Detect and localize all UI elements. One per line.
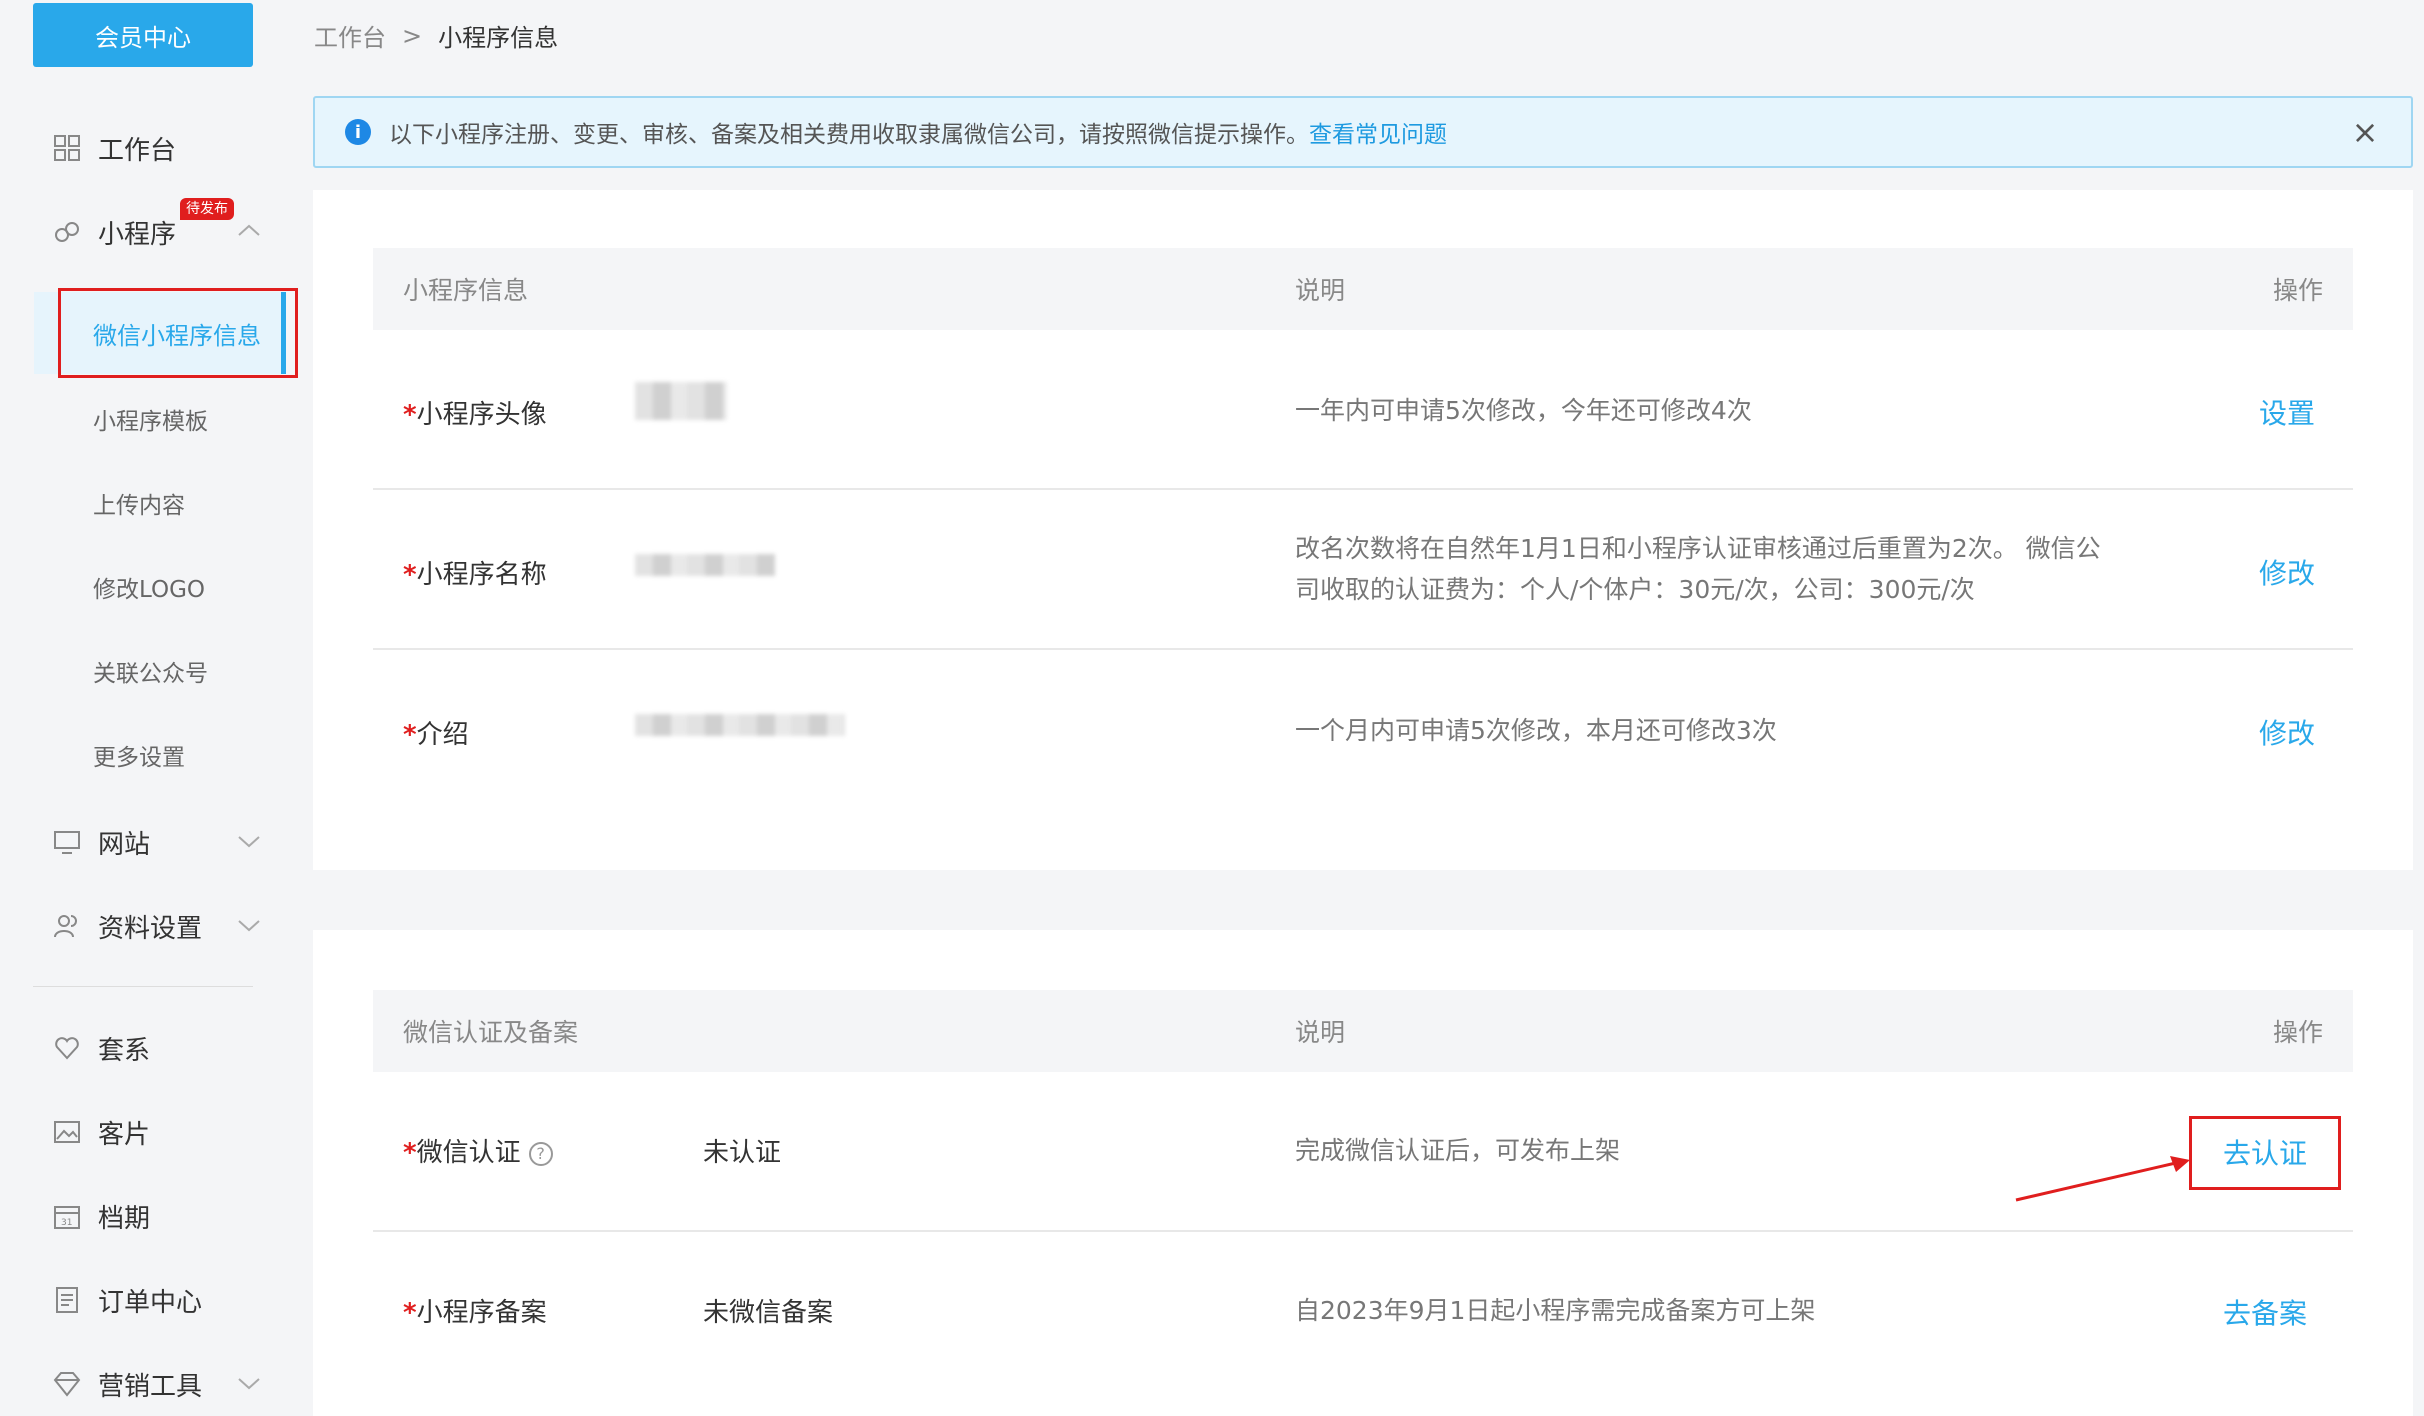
filing-status: 未微信备案 <box>703 1298 834 1328</box>
notice-text: 以下小程序注册、变更、审核、备案及相关费用收取隶属微信公司，请按照微信提示操作。 <box>389 122 1309 148</box>
column-header: 小程序信息 <box>403 276 529 305</box>
sidebar-subitem-upload[interactable]: 上传内容 <box>93 478 185 528</box>
close-icon[interactable]: × <box>2349 116 2381 148</box>
sidebar-item-label: 订单中心 <box>98 1287 203 1318</box>
column-header: 说明 <box>1295 276 1346 305</box>
field-name: *微信认证? <box>403 1132 553 1169</box>
faq-link[interactable]: 查看常见问题 <box>1309 115 1447 149</box>
info-icon: i <box>345 119 371 145</box>
member-center-button[interactable]: 会员中心 <box>33 3 253 67</box>
grid-icon <box>52 133 82 163</box>
breadcrumb-separator: > <box>402 21 423 50</box>
sidebar-item-photos[interactable]: 客片 <box>52 1102 272 1162</box>
chevron-down-icon[interactable] <box>236 828 262 858</box>
table-header: 小程序信息 说明 操作 <box>373 248 2353 330</box>
sidebar-item-label: 资料设置 <box>98 913 203 944</box>
column-header: 操作 <box>2272 1018 2323 1047</box>
go-filing-button[interactable]: 去备案 <box>2223 1292 2307 1332</box>
required-mark: * <box>403 1298 417 1328</box>
table-row: *小程序头像 一年内可申请5次修改，今年还可修改4次 设置 <box>373 330 2353 490</box>
highlight-box-certify <box>2189 1116 2341 1190</box>
chevron-down-icon[interactable] <box>236 1370 262 1400</box>
cert-status: 未认证 <box>703 1138 782 1168</box>
calendar-day: 31 <box>61 1218 72 1228</box>
required-mark: * <box>403 400 417 430</box>
help-icon[interactable]: ? <box>528 1141 553 1166</box>
chevron-down-icon[interactable] <box>236 912 262 942</box>
field-name: *介绍 <box>403 720 469 750</box>
sidebar-item-packages[interactable]: 套系 <box>52 1018 272 1078</box>
sidebar-item-website[interactable]: 网站 <box>52 812 272 872</box>
column-header: 操作 <box>2272 276 2323 305</box>
document-icon <box>52 1285 82 1315</box>
sidebar-item-label: 营销工具 <box>98 1371 203 1402</box>
sidebar-subitem-logo[interactable]: 修改LOGO <box>93 562 205 612</box>
diamond-icon <box>52 1369 82 1399</box>
sidebar-item-label: 档期 <box>98 1203 151 1234</box>
required-mark: * <box>403 1138 417 1168</box>
sidebar-item-label: 网站 <box>98 829 151 860</box>
sidebar-item-miniprogram[interactable]: 小程序 <box>52 202 272 262</box>
column-header: 微信认证及备案 <box>403 1018 579 1047</box>
sidebar-subitem-official-account[interactable]: 关联公众号 <box>93 646 208 696</box>
field-description: 改名次数将在自然年1月1日和小程序认证审核通过后重置为2次。 微信公 司收取的认证… <box>1295 534 2101 604</box>
sidebar-item-schedule[interactable]: 31 档期 <box>52 1186 272 1246</box>
table-row: *小程序备案 未微信备案 自2023年9月1日起小程序需完成备案方可上架 去备案 <box>373 1232 2353 1392</box>
pending-publish-badge: 待发布 <box>180 198 234 220</box>
heart-icon <box>52 1033 82 1063</box>
breadcrumb-parent[interactable]: 工作台 <box>314 18 386 53</box>
required-mark: * <box>403 720 417 750</box>
table-row: *小程序名称 改名次数将在自然年1月1日和小程序认证审核通过后重置为2次。 微信… <box>373 490 2353 650</box>
sidebar-item-marketing[interactable]: 营销工具 <box>52 1354 272 1414</box>
edit-intro-button[interactable]: 修改 <box>2259 712 2315 752</box>
field-name: *小程序备案 <box>403 1298 547 1328</box>
avatar-thumbnail <box>635 382 727 420</box>
sidebar-item-orders[interactable]: 订单中心 <box>52 1270 272 1330</box>
calendar-icon: 31 <box>52 1201 82 1231</box>
monitor-icon <box>52 827 82 857</box>
field-description: 一年内可申请5次修改，今年还可修改4次 <box>1295 396 1752 425</box>
annotation-arrow <box>2015 1156 2190 1202</box>
sidebar: 会员中心 工作台 小程序 待发布 微信小程序信息 小程序模板 上传内容 修改LO… <box>0 0 298 1416</box>
sidebar-subitem-more-settings[interactable]: 更多设置 <box>93 730 185 780</box>
sidebar-item-profile-settings[interactable]: 资料设置 <box>52 896 272 956</box>
miniprogram-icon <box>52 217 82 247</box>
name-value-redacted <box>635 554 775 576</box>
sidebar-subitem-template[interactable]: 小程序模板 <box>93 394 208 444</box>
set-avatar-button[interactable]: 设置 <box>2259 392 2315 432</box>
sidebar-item-label: 客片 <box>98 1119 151 1150</box>
miniprogram-info-card: 小程序信息 说明 操作 *小程序头像 一年内可申请5次修改，今年还可修改4次 设… <box>313 190 2413 870</box>
table-row: *介绍 一个月内可申请5次修改，本月还可修改3次 修改 <box>373 650 2353 810</box>
highlight-box-sidebar <box>58 288 298 378</box>
users-icon <box>52 911 82 941</box>
image-icon <box>52 1117 82 1147</box>
sidebar-item-workbench[interactable]: 工作台 <box>52 118 272 178</box>
field-name: *小程序名称 <box>403 560 547 590</box>
field-name: *小程序头像 <box>403 400 547 430</box>
column-header: 说明 <box>1295 1018 1346 1047</box>
intro-value-redacted <box>635 714 845 736</box>
sidebar-item-label: 工作台 <box>98 135 177 166</box>
required-mark: * <box>403 560 417 590</box>
breadcrumb-current: 小程序信息 <box>438 24 559 52</box>
table-header: 微信认证及备案 说明 操作 <box>373 990 2353 1072</box>
edit-name-button[interactable]: 修改 <box>2259 552 2315 592</box>
sidebar-item-label: 套系 <box>98 1035 151 1066</box>
field-description: 一个月内可申请5次修改，本月还可修改3次 <box>1295 716 1777 745</box>
field-description: 自2023年9月1日起小程序需完成备案方可上架 <box>1295 1296 1816 1325</box>
sidebar-item-label: 小程序 <box>98 219 177 250</box>
chevron-up-icon[interactable] <box>236 218 262 248</box>
sidebar-divider <box>33 986 253 987</box>
breadcrumb: 工作台 > 小程序信息 <box>314 18 558 53</box>
notice-banner: i 以下小程序注册、变更、审核、备案及相关费用收取隶属微信公司，请按照微信提示操… <box>313 96 2413 168</box>
